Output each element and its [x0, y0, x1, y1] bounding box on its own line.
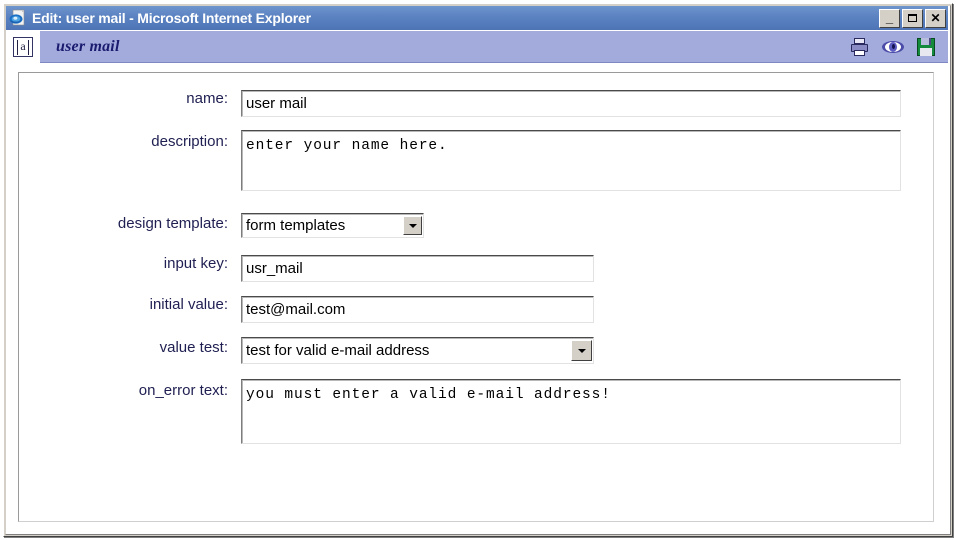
close-icon: ✕ [930, 11, 941, 25]
form-row-design-template: design template: form templates [19, 213, 933, 238]
title-bar[interactable]: Edit: user mail - Microsoft Internet Exp… [6, 6, 948, 30]
initial-value-input[interactable]: test@mail.com [241, 296, 594, 323]
design-template-select[interactable]: form templates [241, 213, 424, 238]
internet-explorer-icon [9, 9, 27, 27]
maximize-icon [903, 10, 922, 27]
form-row-description: description: enter your name here. [19, 130, 933, 191]
label-name: name: [186, 90, 228, 107]
print-icon[interactable] [849, 37, 871, 57]
app-header-title: user mail [56, 37, 120, 55]
form-panel: name: user mail description: enter your … [18, 72, 934, 522]
label-description: description: [151, 133, 228, 150]
value-test-value: test for valid e-mail address [246, 342, 430, 359]
form-rows: name: user mail description: enter your … [19, 73, 933, 521]
preview-eye-icon[interactable] [882, 37, 904, 57]
label-initial-value: initial value: [149, 296, 228, 313]
label-on-error-text: on_error text: [138, 382, 228, 399]
save-disk-icon[interactable] [915, 37, 937, 57]
label-design-template: design template: [117, 215, 228, 232]
maximize-button[interactable] [902, 8, 923, 28]
description-textarea[interactable]: enter your name here. [241, 130, 901, 191]
name-input[interactable]: user mail [241, 90, 901, 117]
minimize-button[interactable]: _ [879, 8, 900, 28]
chevron-down-icon[interactable] [403, 216, 422, 235]
form-row-value-test: value test: test for valid e-mail addres… [19, 337, 933, 364]
input-key-input[interactable]: usr_mail [241, 255, 594, 282]
app-header-toolbar [849, 37, 948, 57]
on-error-text-textarea[interactable]: you must enter a valid e-mail address! [241, 379, 901, 444]
app-header-bar: a user mail [6, 30, 948, 63]
application-window: Edit: user mail - Microsoft Internet Exp… [3, 3, 953, 537]
form-row-name: name: user mail [19, 90, 933, 117]
content-area: name: user mail description: enter your … [6, 64, 948, 532]
value-test-select[interactable]: test for valid e-mail address [241, 337, 594, 364]
design-template-value: form templates [246, 217, 346, 234]
label-input-key: input key: [163, 255, 228, 272]
chevron-down-icon-2[interactable] [571, 340, 592, 361]
label-value-test: value test: [159, 339, 228, 356]
text-field-icon: a [13, 36, 33, 57]
form-row-on-error-text: on_error text: you must enter a valid e-… [19, 379, 933, 444]
minimize-icon: _ [885, 9, 894, 25]
text-field-icon-container: a [6, 30, 40, 63]
form-row-input-key: input key: usr_mail [19, 255, 933, 282]
form-row-initial-value: initial value: test@mail.com [19, 296, 933, 323]
close-button[interactable]: ✕ [925, 8, 946, 28]
window-title: Edit: user mail - Microsoft Internet Exp… [32, 10, 311, 26]
